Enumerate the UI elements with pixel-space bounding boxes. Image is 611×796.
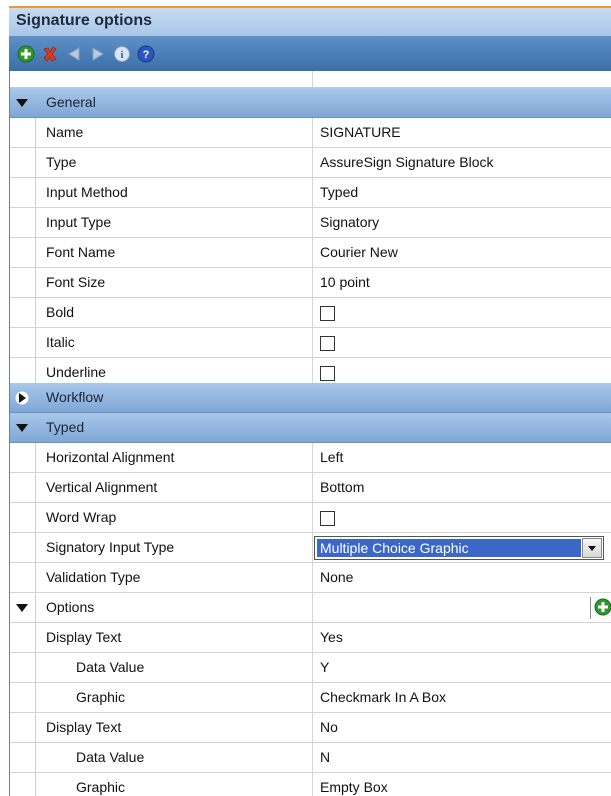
property-value[interactable]: Bottom — [320, 479, 364, 495]
category-label: Options — [46, 599, 95, 615]
property-value[interactable]: None — [320, 569, 353, 585]
property-name: Vertical Alignment — [46, 479, 158, 495]
toolbar: i ? — [9, 36, 611, 71]
property-row[interactable]: Vertical Alignment Bottom — [10, 473, 611, 503]
window-title: Signature options — [16, 12, 152, 29]
property-row[interactable]: Data Value N — [10, 743, 611, 773]
property-name: Font Size — [46, 274, 106, 290]
property-row[interactable]: Signatory Input Type Multiple Choice Gra… — [10, 533, 611, 563]
property-name: Display Text — [46, 629, 122, 645]
property-value[interactable]: Y — [320, 659, 329, 675]
property-row[interactable]: Horizontal Alignment Left — [10, 443, 611, 473]
property-name: Input Type — [46, 214, 112, 230]
category-label: Workflow — [46, 389, 104, 405]
property-name: Data Value — [76, 749, 145, 765]
property-row[interactable]: Input Method Typed — [10, 178, 611, 208]
property-value[interactable]: SIGNATURE — [320, 124, 401, 140]
chevron-down-icon — [588, 546, 596, 551]
property-value[interactable]: Yes — [320, 629, 343, 645]
property-row[interactable]: Type AssureSign Signature Block — [10, 148, 611, 178]
property-name: Horizontal Alignment — [46, 449, 175, 465]
property-row[interactable]: Graphic Checkmark In A Box — [10, 683, 611, 713]
property-value[interactable]: Checkmark In A Box — [320, 689, 446, 705]
category-workflow[interactable]: Workflow — [10, 383, 611, 413]
category-options[interactable]: Options — [10, 593, 611, 623]
move-right-icon[interactable] — [89, 45, 107, 63]
signatory-input-type-dropdown[interactable]: Multiple Choice Graphic — [314, 536, 604, 560]
dropdown-selected-value[interactable]: Multiple Choice Graphic — [316, 538, 582, 558]
delete-icon[interactable] — [41, 45, 59, 63]
property-name: Input Method — [46, 184, 128, 200]
property-value[interactable]: 10 point — [320, 274, 370, 290]
property-row[interactable]: Display Text No — [10, 713, 611, 743]
property-name: Bold — [46, 304, 75, 320]
property-name: Signatory Input Type — [46, 539, 175, 555]
property-name: Type — [46, 154, 77, 170]
property-value[interactable]: Courier New — [320, 244, 398, 260]
property-grid: General Name SIGNATURE Type AssureSign S… — [9, 71, 611, 796]
property-name: Italic — [46, 334, 75, 350]
property-row[interactable]: Input Type Signatory — [10, 208, 611, 238]
help-icon[interactable]: ? — [137, 45, 155, 63]
add-option-button[interactable] — [590, 597, 611, 619]
add-icon — [594, 598, 611, 616]
property-value[interactable]: Signatory — [320, 214, 379, 230]
property-name: Word Wrap — [46, 509, 117, 525]
word-wrap-checkbox[interactable] — [320, 511, 335, 526]
property-row[interactable]: Italic — [10, 328, 611, 358]
italic-checkbox[interactable] — [320, 336, 335, 351]
property-name: Underline — [46, 364, 106, 380]
property-name: Data Value — [76, 659, 145, 675]
property-value[interactable]: AssureSign Signature Block — [320, 154, 494, 170]
collapse-arrow-icon[interactable] — [15, 602, 29, 614]
bold-checkbox[interactable] — [320, 306, 335, 321]
title-bar: Signature options — [9, 6, 611, 36]
property-row[interactable]: Bold — [10, 298, 611, 328]
property-row[interactable]: Data Value Y — [10, 653, 611, 683]
property-value[interactable]: N — [320, 749, 330, 765]
move-left-icon[interactable] — [65, 45, 83, 63]
collapse-arrow-icon[interactable] — [15, 422, 29, 434]
grid-header — [10, 71, 611, 88]
property-name: Name — [46, 124, 84, 140]
property-row[interactable]: Font Size 10 point — [10, 268, 611, 298]
property-row[interactable]: Name SIGNATURE — [10, 118, 611, 148]
property-name: Font Name — [46, 244, 116, 260]
category-label: General — [46, 94, 96, 110]
property-value[interactable]: No — [320, 719, 338, 735]
property-name: Display Text — [46, 719, 122, 735]
property-row[interactable]: Validation Type None — [10, 563, 611, 593]
property-value[interactable]: Left — [320, 449, 343, 465]
svg-text:i: i — [120, 49, 123, 61]
property-name: Graphic — [76, 689, 126, 705]
svg-text:?: ? — [143, 49, 150, 61]
category-general[interactable]: General — [10, 88, 611, 118]
expand-arrow-icon[interactable] — [15, 391, 29, 405]
property-row[interactable]: Graphic Empty Box — [10, 773, 611, 796]
property-value[interactable]: Typed — [320, 184, 358, 200]
property-value[interactable]: Empty Box — [320, 779, 388, 795]
dropdown-button[interactable] — [582, 538, 602, 558]
property-row[interactable]: Word Wrap — [10, 503, 611, 533]
property-row[interactable]: Font Name Courier New — [10, 238, 611, 268]
add-icon[interactable] — [17, 45, 35, 63]
collapse-arrow-icon[interactable] — [15, 97, 29, 109]
info-icon[interactable]: i — [113, 45, 131, 63]
property-name: Graphic — [76, 779, 126, 795]
category-label: Typed — [46, 419, 85, 435]
category-typed[interactable]: Typed — [10, 413, 611, 443]
underline-checkbox[interactable] — [320, 366, 335, 381]
property-row[interactable]: Display Text Yes — [10, 623, 611, 653]
property-name: Validation Type — [46, 569, 141, 585]
